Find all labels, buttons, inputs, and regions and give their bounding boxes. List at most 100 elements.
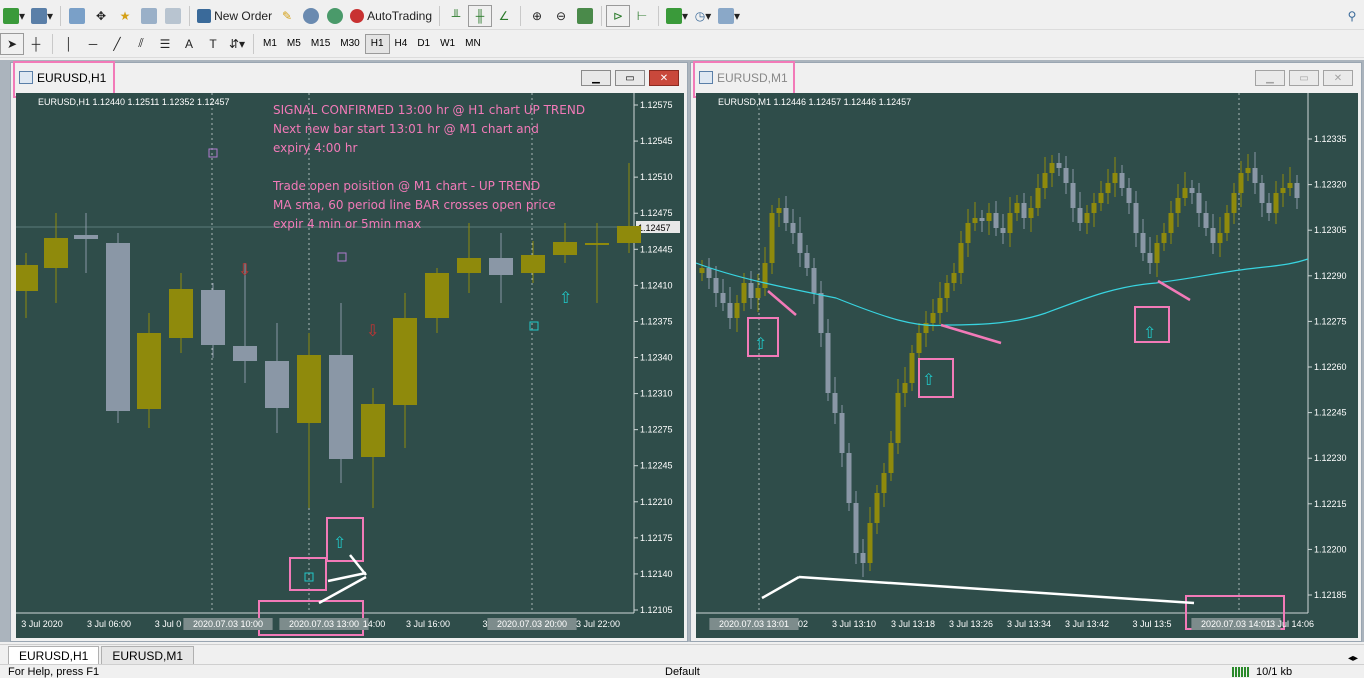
candle-body xyxy=(902,383,908,393)
search-icon: ⚲ xyxy=(1347,9,1357,23)
candle-body xyxy=(860,553,866,563)
tile-windows-button[interactable] xyxy=(573,5,597,27)
separator xyxy=(52,33,53,54)
terminal-button[interactable] xyxy=(137,5,161,27)
timeframe-m1-button[interactable]: M1 xyxy=(258,34,282,54)
note-line: expiry 4:00 hr xyxy=(273,141,358,155)
text-label-button[interactable]: T xyxy=(201,33,225,55)
fibonacci-button[interactable]: ☰ xyxy=(153,33,177,55)
candle-body xyxy=(979,218,985,221)
navigator-button[interactable]: ★ xyxy=(113,5,137,27)
market-watch-icon xyxy=(69,8,86,24)
up-arrow-icon: ⇧ xyxy=(333,535,346,552)
tester-button[interactable] xyxy=(161,5,185,27)
search-button[interactable]: ⚲ xyxy=(1340,5,1364,27)
chart-shift-button[interactable]: ⊢ xyxy=(630,5,654,27)
candle-body xyxy=(1280,188,1286,193)
periods-button[interactable]: ◷ ▾ xyxy=(691,5,715,27)
profiles-button[interactable]: ▾ xyxy=(28,5,56,27)
trendline-button[interactable]: ╱ xyxy=(105,33,129,55)
templates-button[interactable]: ▾ xyxy=(715,5,743,27)
tab-eurusd-m1[interactable]: EURUSD,M1 xyxy=(101,646,195,664)
metaeditor-button[interactable]: ✎ xyxy=(275,5,299,27)
timeframe-m30-button[interactable]: M30 xyxy=(335,34,364,54)
timeframe-h4-button[interactable]: H4 xyxy=(390,34,413,54)
tab-eurusd-h1[interactable]: EURUSD,H1 xyxy=(8,646,100,664)
market-watch-button[interactable] xyxy=(65,5,89,27)
crosshair-button[interactable]: ┼ xyxy=(24,33,48,55)
candle-body xyxy=(1112,173,1118,183)
zoom-out-icon: ⊖ xyxy=(555,9,567,23)
price-tick-label: 1.12510 xyxy=(640,172,673,182)
candle-body xyxy=(1245,168,1251,173)
channel-button[interactable]: ⫽ xyxy=(129,33,153,55)
tile-windows-icon xyxy=(577,8,594,24)
close-button[interactable]: ✕ xyxy=(649,70,679,86)
text-button[interactable]: A xyxy=(177,33,201,55)
minimize-button[interactable]: ▁ xyxy=(581,70,611,86)
new-order-button[interactable]: New Order xyxy=(194,5,275,27)
candle-body xyxy=(74,235,98,239)
candle-body xyxy=(393,318,417,405)
terminal-icon xyxy=(141,8,158,24)
time-tick-label: 3 Jul 06:00 xyxy=(87,619,131,629)
down-arrow-icon: ⇩ xyxy=(238,262,251,279)
time-tick-label: 2020.07.03 13:01 xyxy=(719,619,789,629)
minimize-button[interactable]: ▁ xyxy=(1255,70,1285,86)
connection-icon xyxy=(1232,667,1250,677)
chart-area[interactable]: 1.12335 1.12320 1.12305 1.12290 1.12275 1.122… xyxy=(696,93,1358,638)
autotrading-button[interactable]: AutoTrading xyxy=(347,5,435,27)
candle-body xyxy=(457,258,481,273)
price-tick-label: 1.12245 xyxy=(640,461,673,471)
new-order-icon xyxy=(197,9,212,23)
price-tick-label: 1.12305 xyxy=(1314,225,1347,235)
price-tick-label: 1.12575 xyxy=(640,100,673,110)
candle-body xyxy=(1147,253,1153,263)
bar-chart-button[interactable]: ╨ xyxy=(444,5,468,27)
price-tick-label: 1.12245 xyxy=(1314,408,1347,418)
crosshair-icon: ✥ xyxy=(96,9,107,23)
zoom-in-button[interactable]: ⊕ xyxy=(525,5,549,27)
star-icon: ★ xyxy=(119,9,131,23)
traffic-text: 10/1 kb xyxy=(1256,666,1293,678)
signals-icon xyxy=(327,8,344,24)
candle-body xyxy=(201,290,225,345)
maximize-button[interactable]: ▭ xyxy=(1289,70,1319,86)
data-window-button[interactable]: ✥ xyxy=(89,5,113,27)
candle-body xyxy=(1000,228,1006,233)
candle-body xyxy=(699,268,705,273)
timeframe-w1-button[interactable]: W1 xyxy=(435,34,460,54)
arrows-button[interactable]: ⇵ ▾ xyxy=(225,33,249,55)
close-button[interactable]: ✕ xyxy=(1323,70,1353,86)
price-chart[interactable]: 1.12335 1.12320 1.12305 1.12290 1.12275 1.122… xyxy=(696,93,1358,638)
candle-body xyxy=(1252,168,1258,183)
candle-body xyxy=(1056,163,1062,168)
line-chart-button[interactable]: ∠ xyxy=(492,5,516,27)
horizontal-line-button[interactable]: ─ xyxy=(81,33,105,55)
new-chart-button[interactable]: ▾ xyxy=(0,5,28,27)
cursor-button[interactable]: ➤ xyxy=(0,32,24,55)
signals-button[interactable] xyxy=(323,5,347,27)
zoom-out-button[interactable]: ⊖ xyxy=(549,5,573,27)
price-tick-label: 1.12105 xyxy=(640,605,673,615)
candle-body xyxy=(1007,213,1013,233)
timeframe-h1-button[interactable]: H1 xyxy=(364,33,390,54)
autoscroll-button[interactable]: ⊳ xyxy=(606,5,631,27)
community-button[interactable] xyxy=(299,5,323,27)
timeframe-d1-button[interactable]: D1 xyxy=(412,34,435,54)
chart-area[interactable]: 1.12575 1.12545 1.12510 1.12475 1.12445 1.124… xyxy=(16,93,684,638)
candle-body xyxy=(993,213,999,228)
candle-body xyxy=(811,268,817,293)
timeframe-m15-button[interactable]: M15 xyxy=(306,34,335,54)
vertical-line-button[interactable]: │ xyxy=(57,33,81,55)
candlestick-button[interactable]: ╫ xyxy=(468,5,493,27)
maximize-button[interactable]: ▭ xyxy=(615,70,645,86)
close-icon: ✕ xyxy=(1333,72,1343,84)
price-tick-label: 1.12230 xyxy=(1314,453,1347,463)
timeframe-m5-button[interactable]: M5 xyxy=(282,34,306,54)
note-line: MA sma, 60 period line BAR crosses open … xyxy=(273,198,556,212)
timeframe-mn-button[interactable]: MN xyxy=(460,34,486,54)
tab-scroll-button[interactable]: ◂▸ xyxy=(1342,653,1364,664)
time-tick-label: 2020.07.03 20:00 xyxy=(497,619,567,629)
indicators-button[interactable]: ▾ xyxy=(663,5,691,27)
